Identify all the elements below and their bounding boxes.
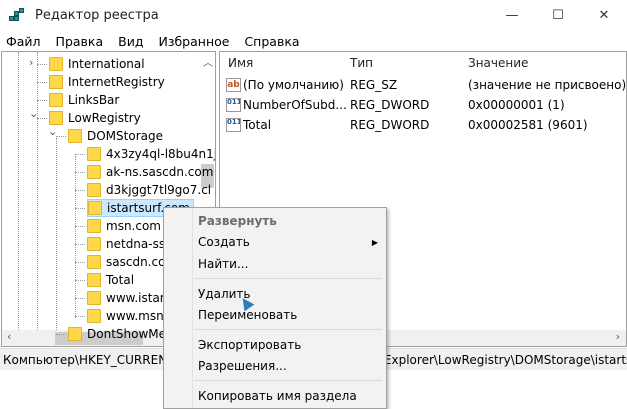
maximize-button[interactable]: ☐ <box>535 0 581 31</box>
folder-icon <box>87 183 101 197</box>
tree-item[interactable]: d3kjggt7tl9go7.cl <box>87 181 211 199</box>
menu-separator <box>194 278 382 279</box>
folder-icon <box>87 237 101 251</box>
binary-value-icon: 011 110 <box>226 98 241 112</box>
column-header-type[interactable]: Тип <box>350 56 373 70</box>
tree-item[interactable]: LowRegistry <box>49 109 141 127</box>
tree-item[interactable]: InternetRegistry <box>49 73 165 91</box>
tree-item-label: LowRegistry <box>68 111 141 125</box>
title-bar: Редактор реестра — ☐ ✕ <box>0 0 627 31</box>
value-row[interactable]: 011 110Total REG_DWORD 0x00002581 (9601) <box>226 116 588 134</box>
folder-icon <box>87 219 101 233</box>
value-name: Total <box>243 118 272 132</box>
folder-icon <box>87 255 101 269</box>
folder-icon <box>87 165 101 179</box>
expand-chevron-icon[interactable]: › <box>29 56 33 69</box>
context-menu-item-label: Копировать имя раздела <box>198 389 357 403</box>
context-menu-item[interactable]: Удалить <box>198 284 378 304</box>
folder-icon <box>49 75 63 89</box>
context-menu-item[interactable]: Экспортировать <box>198 335 378 355</box>
column-header-name[interactable]: Имя <box>228 56 253 70</box>
context-menu: Развернуть Создать ▶ Найти... Удалить Переиме… <box>163 207 387 409</box>
context-menu-item[interactable]: Переименовать <box>198 305 378 325</box>
menu-edit[interactable]: Правка <box>56 34 104 49</box>
tree-item-label: msn.com <box>106 219 161 233</box>
tree-item[interactable]: msn.com <box>87 217 161 235</box>
tree-item-label: LinksBar <box>68 93 120 107</box>
tree-item[interactable]: DOMStorage <box>68 127 163 145</box>
menu-bar: Файл Правка Вид Избранное Справка <box>0 31 627 51</box>
context-menu-item-label: Экспортировать <box>198 338 302 352</box>
menu-separator <box>194 329 382 330</box>
collapse-chevron-icon[interactable]: ⌄ <box>48 125 57 138</box>
value-name: NumberOfSubd... <box>243 98 347 112</box>
context-menu-item[interactable]: Разрешения... <box>198 356 378 376</box>
close-button[interactable]: ✕ <box>581 0 627 31</box>
tree-item[interactable]: LinksBar <box>49 91 119 109</box>
value-type: REG_SZ <box>350 78 398 92</box>
folder-icon <box>87 309 101 323</box>
folder-icon <box>49 93 63 107</box>
value-row[interactable]: 011 110NumberOfSubd...REG_DWORD 0x0000000… <box>226 96 565 114</box>
value-type: REG_DWORD <box>350 98 430 112</box>
tree-item[interactable]: ak-ns.sascdn.com <box>87 163 213 181</box>
tree-item-label: DOMStorage <box>87 129 163 143</box>
folder-icon <box>87 273 101 287</box>
menu-file[interactable]: Файл <box>6 34 41 49</box>
value-data: 0x00000001 (1) <box>468 98 565 112</box>
context-menu-item-label: Развернуть <box>198 214 277 228</box>
tree-item-label: ak-ns.sascdn.com <box>106 165 214 179</box>
folder-icon <box>49 111 63 125</box>
context-menu-item-label: Создать <box>198 235 250 249</box>
value-row[interactable]: ab (По умолчанию) REG_SZ (значение не присв… <box>226 76 626 94</box>
tree-item-label: 4x3zy4ql-l8bu4n1j <box>106 147 216 161</box>
tree-item-label: DontShowMeT <box>87 327 174 341</box>
context-menu-item-label: Переименовать <box>198 308 298 322</box>
value-name: (По умолчанию) <box>243 78 344 92</box>
value-data: (значение не присвоено) <box>468 78 627 92</box>
folder-icon <box>68 129 82 143</box>
tree-item-label: d3kjggt7tl9go7.cl <box>106 183 212 197</box>
menu-help[interactable]: Справка <box>244 34 299 49</box>
string-value-icon: ab <box>226 78 241 92</box>
submenu-arrow-icon: ▶ <box>371 237 378 247</box>
binary-value-icon: 011 110 <box>226 118 241 132</box>
window-title: Редактор реестра <box>35 8 159 23</box>
context-menu-item-label: Разрешения... <box>198 359 287 373</box>
value-type: REG_DWORD <box>350 118 430 132</box>
tree-item[interactable]: netdna-ssl. <box>87 235 172 253</box>
folder-icon <box>87 147 101 161</box>
minimize-button[interactable]: — <box>489 0 535 31</box>
menu-favorites[interactable]: Избранное <box>158 34 229 49</box>
menu-view[interactable]: Вид <box>118 34 143 49</box>
scroll-right-arrow-icon[interactable]: › <box>616 330 620 343</box>
scroll-left-arrow-icon[interactable]: ‹ <box>7 330 11 343</box>
tree-item[interactable]: Total <box>87 271 134 289</box>
folder-icon <box>68 327 82 341</box>
tree-item-label: Total <box>106 273 135 287</box>
scroll-up-arrow-icon[interactable]: ︿ <box>203 54 213 69</box>
tree-item[interactable]: 4x3zy4ql-l8bu4n1j <box>87 145 216 163</box>
context-menu-item-label: Найти... <box>198 257 249 271</box>
tree-item-label: International <box>68 57 145 71</box>
context-menu-item[interactable]: Копировать имя раздела <box>198 386 378 406</box>
collapse-chevron-icon[interactable]: ⌄ <box>29 107 38 120</box>
context-menu-item[interactable]: Найти... <box>198 254 378 274</box>
tree-item[interactable]: International <box>49 55 145 73</box>
value-data: 0x00002581 (9601) <box>468 118 588 132</box>
tree-item[interactable]: www.msn.c <box>87 307 174 325</box>
context-menu-item[interactable]: Развернуть <box>198 211 378 231</box>
folder-icon <box>87 291 101 305</box>
column-header-data[interactable]: Значение <box>468 56 528 70</box>
context-menu-item[interactable]: Создать ▶ <box>198 232 378 252</box>
folder-icon <box>88 201 102 215</box>
menu-separator <box>194 380 382 381</box>
tree-item-label: InternetRegistry <box>68 75 165 89</box>
regedit-icon <box>9 7 27 24</box>
tree-item[interactable]: DontShowMeT <box>68 325 173 343</box>
folder-icon <box>49 57 63 71</box>
